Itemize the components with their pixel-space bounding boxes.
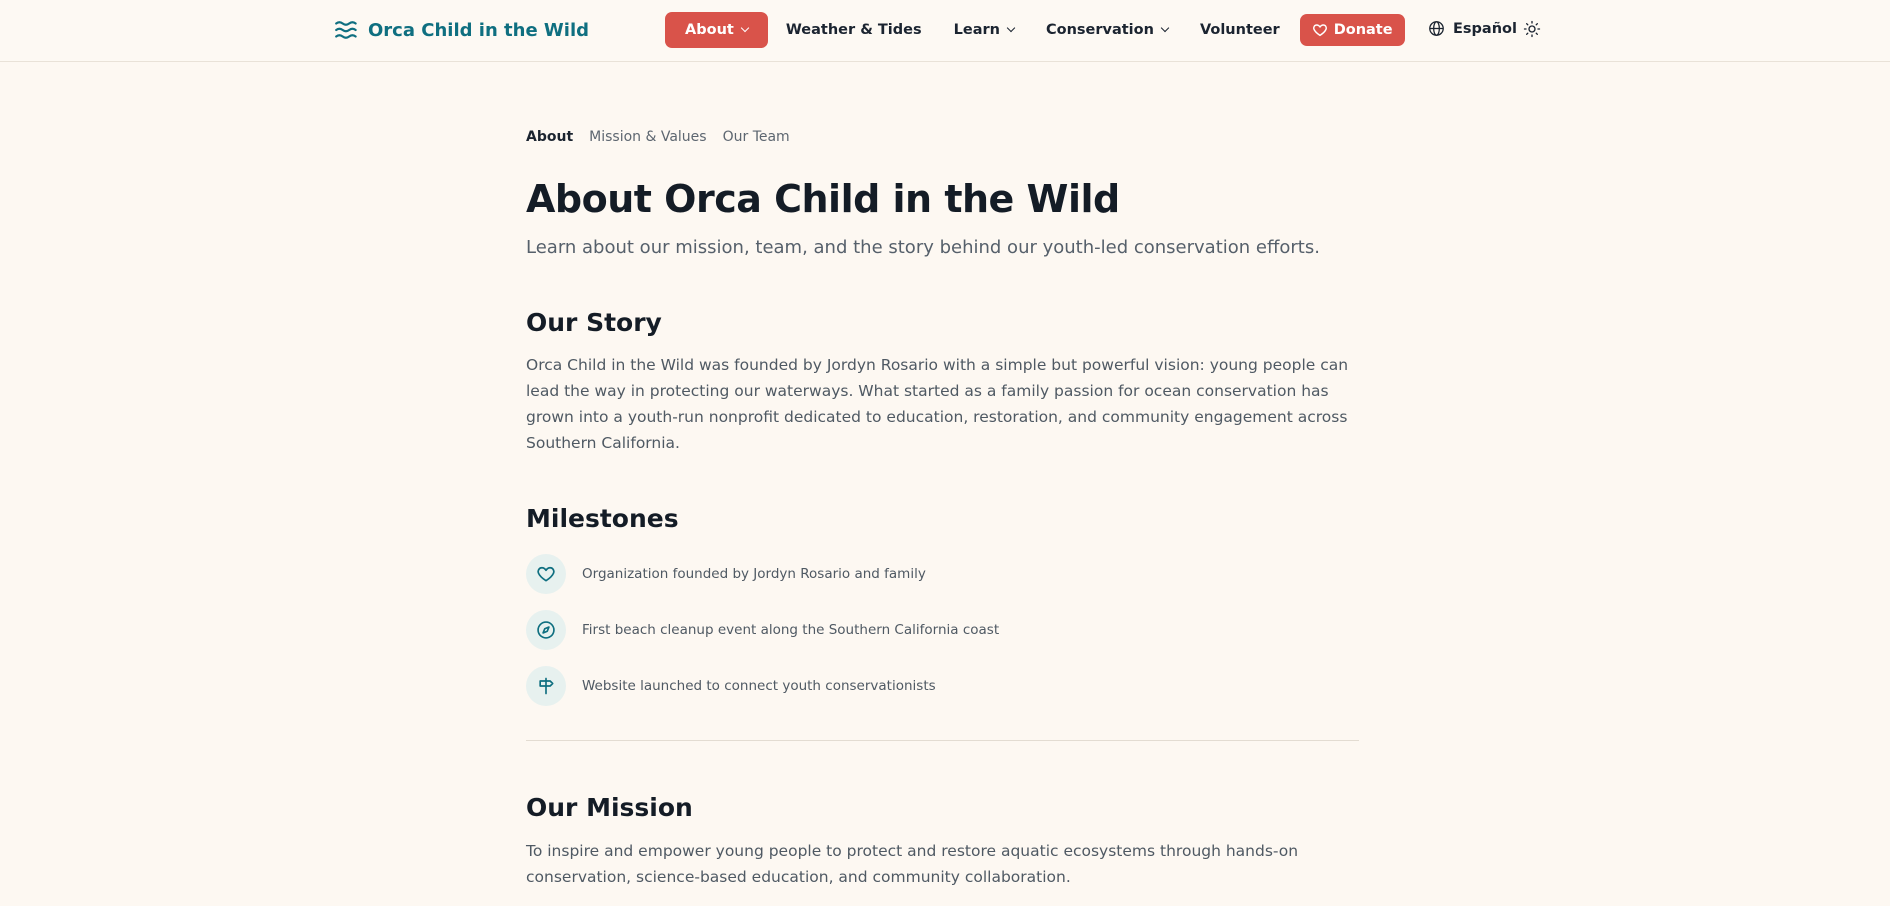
language-switcher[interactable]: Español (1428, 20, 1517, 37)
nav-about-label: About (685, 22, 734, 38)
our-mission-text: To inspire and empower young people to p… (526, 842, 1299, 886)
nav-about[interactable]: About (665, 12, 768, 48)
nav-volunteer-label: Volunteer (1199, 22, 1280, 38)
milestone-icon-badge (526, 554, 566, 594)
nav-weather-label: Weather & Tides (785, 22, 922, 38)
page-subtitle: Learn about our mission, team, and the s… (526, 237, 1320, 258)
our-mission-heading: Our Mission (526, 793, 693, 822)
nav-learn[interactable]: Learn (938, 12, 1030, 48)
compass-icon (537, 621, 555, 639)
milestones-list: Organization founded by Jordyn Rosario a… (526, 554, 1359, 706)
heart-icon (537, 566, 555, 582)
nav-conservation-label: Conservation (1045, 22, 1154, 38)
language-label: Español (1453, 20, 1517, 37)
milestone-text: Website launched to connect youth conser… (582, 678, 936, 694)
heart-icon (1312, 24, 1327, 37)
milestone-item: First beach cleanup event along the Sout… (526, 610, 1359, 650)
milestone-text: Organization founded by Jordyn Rosario a… (582, 566, 926, 582)
site-logo[interactable]: Orca Child in the Wild (334, 17, 589, 43)
sun-icon (1523, 20, 1541, 38)
milestone-item: Organization founded by Jordyn Rosario a… (526, 554, 1359, 594)
nav-learn-label: Learn (953, 22, 1000, 38)
site-header: Orca Child in the Wild About Weather & T… (0, 0, 1890, 62)
signpost-icon (539, 677, 554, 695)
subnav-mission-values[interactable]: Mission & Values (589, 129, 706, 145)
milestone-icon-badge (526, 610, 566, 650)
subnav-our-team[interactable]: Our Team (723, 129, 790, 145)
section-divider (526, 740, 1359, 741)
our-story-text: Orca Child in the Wild was founded by Jo… (526, 356, 1349, 452)
milestones-heading: Milestones (526, 504, 679, 533)
page-title: About Orca Child in the Wild (526, 177, 1120, 221)
globe-icon (1429, 21, 1444, 36)
subnav-about[interactable]: About (526, 129, 573, 145)
milestone-icon-badge (526, 666, 566, 706)
section-subnav: About Mission & Values Our Team (526, 125, 1359, 149)
milestone-item: Website launched to connect youth conser… (526, 666, 1359, 706)
waves-icon (335, 21, 357, 39)
theme-toggle[interactable] (1523, 20, 1543, 40)
chevron-down-icon (1006, 23, 1016, 33)
chevron-down-icon (740, 23, 750, 33)
nav-conservation[interactable]: Conservation (1030, 12, 1184, 48)
main-nav: About Weather & Tides Learn Conservation… (665, 12, 1405, 48)
site-logo-text: Orca Child in the Wild (368, 19, 590, 41)
nav-volunteer[interactable]: Volunteer (1184, 12, 1296, 48)
main-content: About Mission & Values Our Team About Or… (526, 125, 1359, 890)
our-story-heading: Our Story (526, 308, 662, 337)
donate-label: Donate (1333, 22, 1393, 38)
donate-button[interactable]: Donate (1299, 14, 1405, 46)
nav-weather-tides[interactable]: Weather & Tides (770, 12, 938, 48)
milestone-text: First beach cleanup event along the Sout… (582, 622, 1000, 638)
chevron-down-icon (1160, 23, 1170, 33)
